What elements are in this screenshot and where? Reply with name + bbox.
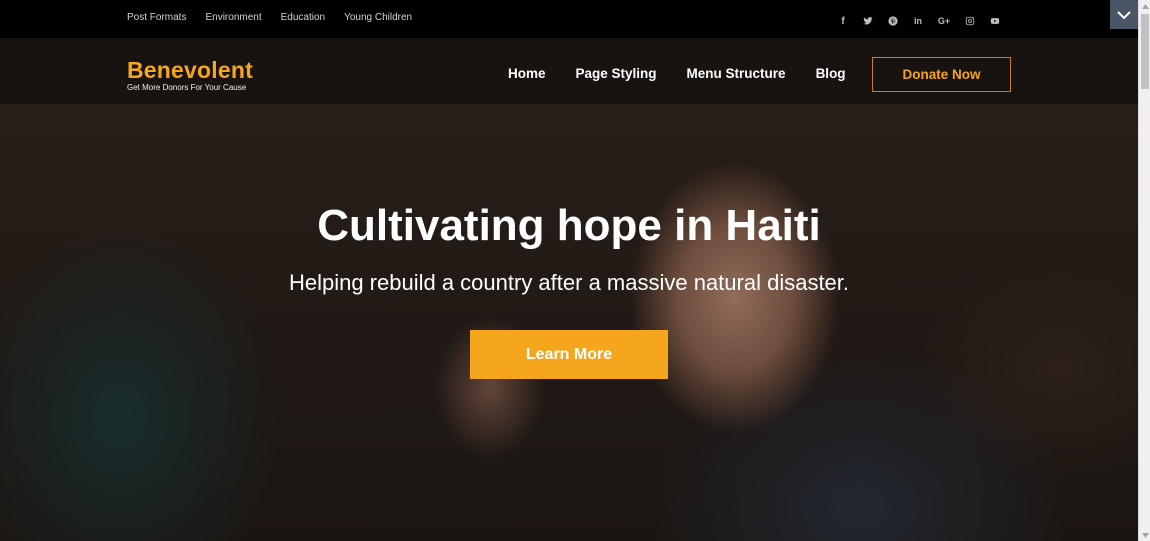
twitter-icon[interactable] bbox=[861, 15, 875, 27]
hero-subtitle: Helping rebuild a country after a massiv… bbox=[288, 270, 850, 295]
brand-tagline: Get More Donors For Your Cause bbox=[127, 83, 247, 92]
youtube-icon[interactable] bbox=[988, 15, 1002, 27]
vertical-scrollbar[interactable] bbox=[1138, 0, 1150, 541]
top-nav-environment[interactable]: Environment bbox=[205, 12, 261, 23]
google-plus-icon[interactable]: G+ bbox=[936, 15, 952, 27]
linkedin-icon[interactable]: in bbox=[911, 15, 925, 27]
learn-more-button[interactable]: Learn More bbox=[470, 330, 668, 379]
scroll-up-arrow-icon[interactable] bbox=[1139, 0, 1150, 12]
social-links: f in G+ bbox=[836, 15, 1002, 27]
nav-blog[interactable]: Blog bbox=[816, 66, 846, 81]
hero-section: Benevolent Get More Donors For Your Caus… bbox=[0, 38, 1138, 541]
header-toggle-button[interactable] bbox=[1110, 0, 1138, 29]
main-header: Benevolent Get More Donors For Your Caus… bbox=[0, 38, 1138, 104]
pinterest-icon[interactable] bbox=[886, 15, 900, 27]
top-nav-young-children[interactable]: Young Children bbox=[344, 12, 412, 23]
main-navigation: Home Page Styling Menu Structure Blog bbox=[508, 66, 846, 81]
top-navigation: Post Formats Environment Education Young… bbox=[127, 12, 412, 23]
nav-home[interactable]: Home bbox=[508, 66, 546, 81]
top-nav-education[interactable]: Education bbox=[281, 12, 325, 23]
brand-name: Benevolent bbox=[127, 57, 253, 83]
facebook-icon[interactable]: f bbox=[836, 15, 850, 27]
chevron-down-icon bbox=[1117, 10, 1131, 19]
scroll-down-arrow-icon[interactable] bbox=[1139, 529, 1150, 541]
scrollbar-thumb[interactable] bbox=[1141, 14, 1149, 89]
nav-page-styling[interactable]: Page Styling bbox=[576, 66, 657, 81]
site-logo[interactable]: Benevolent Get More Donors For Your Caus… bbox=[127, 57, 253, 93]
hero-title: Cultivating hope in Haiti bbox=[317, 201, 821, 250]
instagram-icon[interactable] bbox=[963, 15, 977, 27]
top-bar: Post Formats Environment Education Young… bbox=[0, 0, 1138, 38]
donate-now-button[interactable]: Donate Now bbox=[872, 57, 1011, 92]
nav-menu-structure[interactable]: Menu Structure bbox=[687, 66, 786, 81]
top-nav-post-formats[interactable]: Post Formats bbox=[127, 12, 186, 23]
